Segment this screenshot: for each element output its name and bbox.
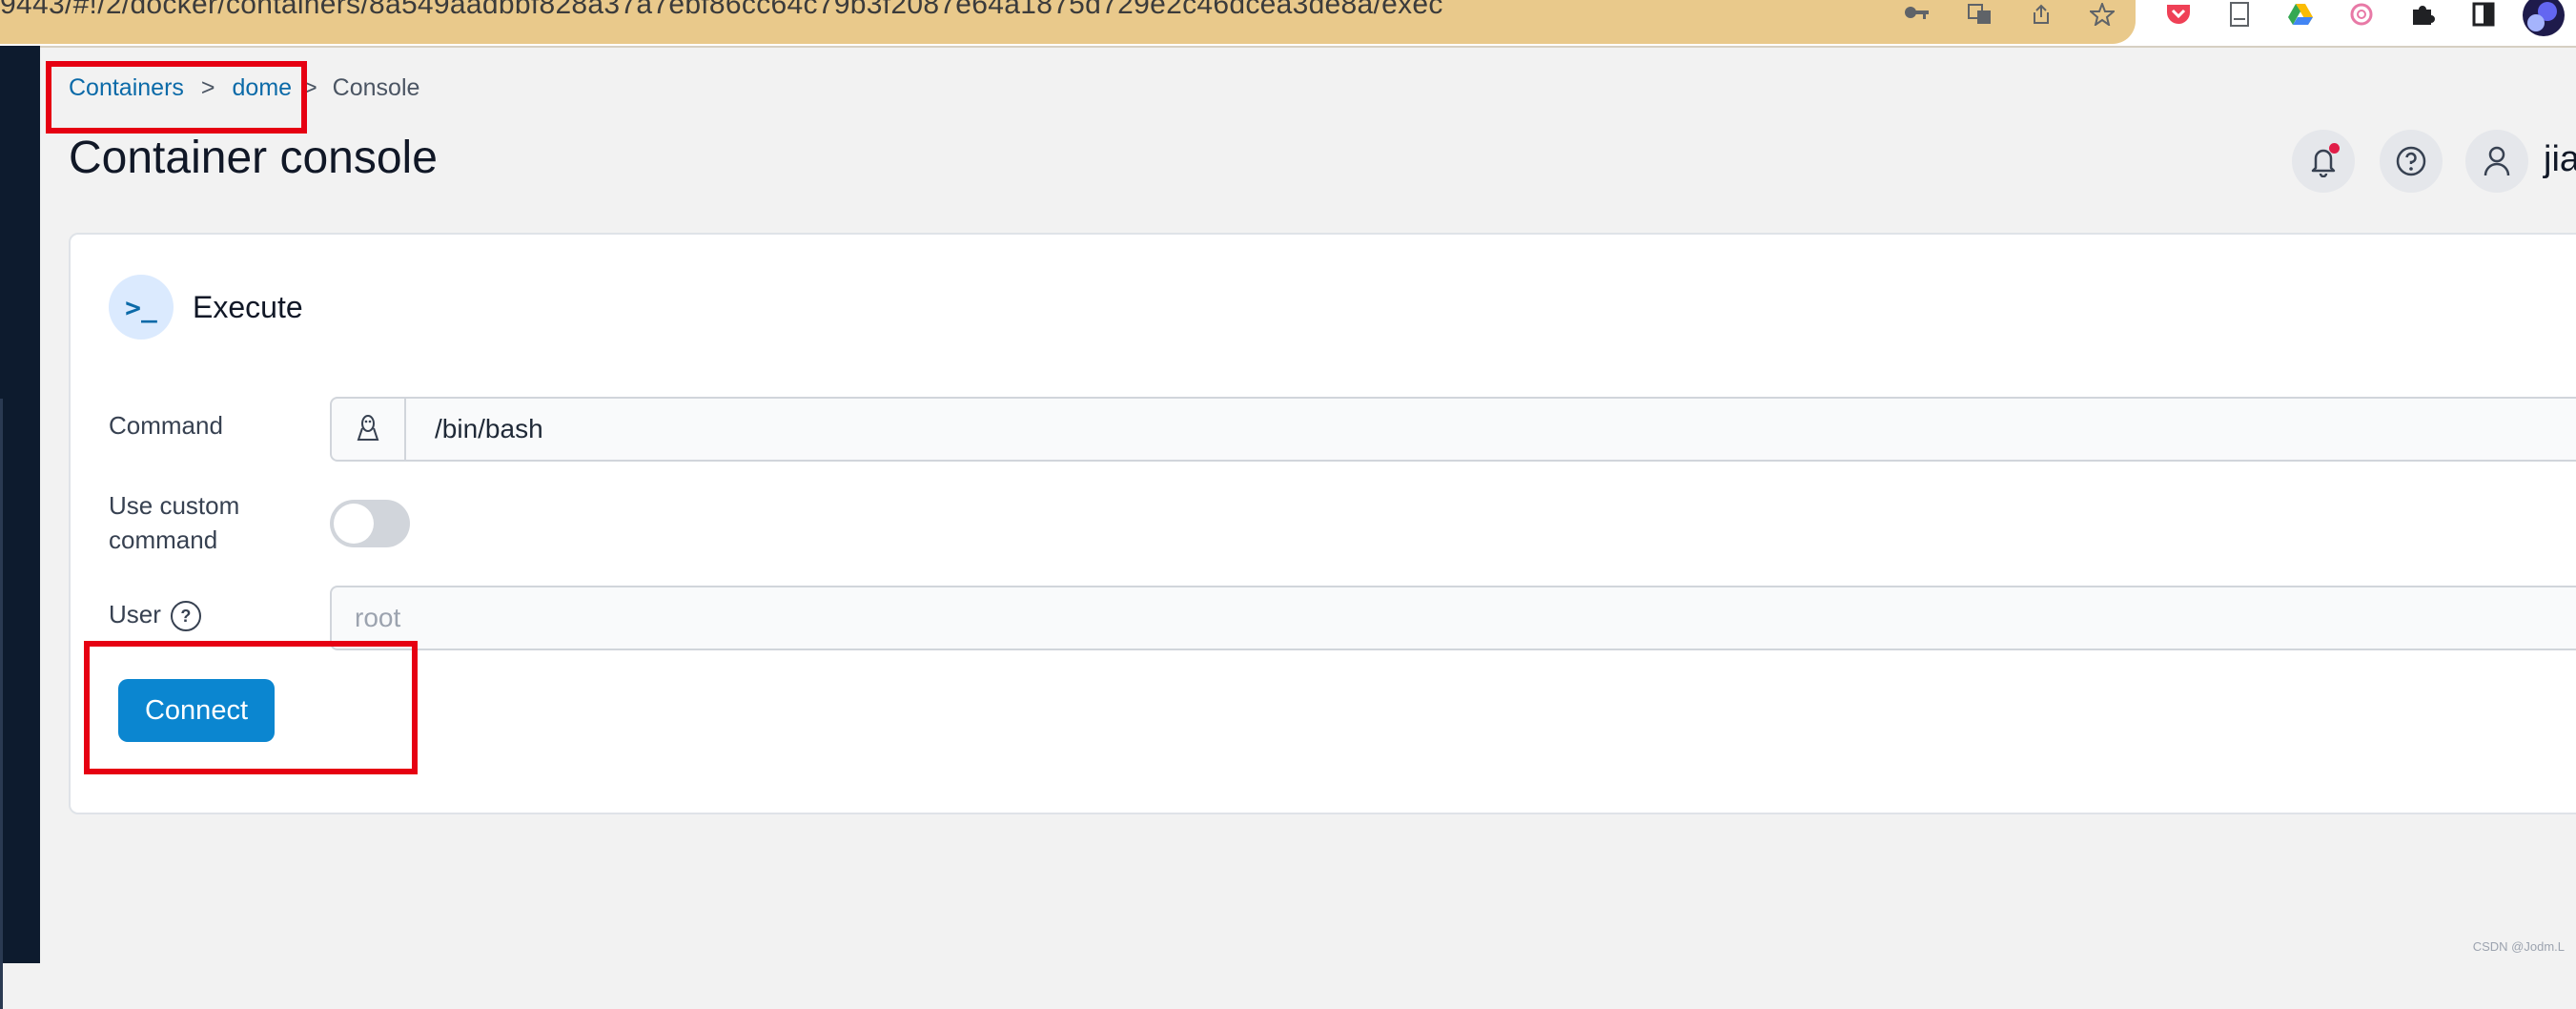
connect-highlight-box <box>84 641 418 774</box>
pocket-icon[interactable] <box>2164 0 2193 29</box>
question-icon[interactable]: ? <box>170 601 201 632</box>
user-icon <box>2484 146 2510 176</box>
app-sidebar <box>0 46 40 1009</box>
command-label: Command <box>109 411 223 440</box>
user-label: User <box>109 600 161 628</box>
breadcrumb-highlight-box <box>46 61 307 134</box>
user-label-row: User? <box>109 597 201 632</box>
user-menu-button[interactable] <box>2465 130 2528 193</box>
help-button[interactable] <box>2380 130 2443 193</box>
custom-command-label-line1: Use custom <box>109 491 240 520</box>
sidebar-divider <box>0 399 3 1009</box>
card-title: Execute <box>193 290 303 324</box>
custom-command-toggle[interactable] <box>330 500 410 547</box>
translate-icon[interactable] <box>1966 0 1994 29</box>
user-input[interactable]: root <box>330 586 2576 650</box>
custom-command-label: Use custom command <box>109 488 239 557</box>
share-icon[interactable] <box>2027 0 2055 29</box>
key-icon[interactable] <box>1903 0 1932 29</box>
browser-address-bar: 9443/#!/2/docker/containers/8a549aadbbf8… <box>0 0 2576 48</box>
terminal-icon: >_ <box>109 275 174 340</box>
page-title: Container console <box>69 133 438 183</box>
url-text: 9443/#!/2/docker/containers/8a549aadbbf8… <box>0 0 1443 20</box>
sidepanel-icon[interactable] <box>2469 0 2498 29</box>
command-select[interactable]: /bin/bash <box>330 397 2576 462</box>
user-input-placeholder: root <box>355 603 401 632</box>
command-value: /bin/bash <box>435 414 543 443</box>
custom-command-label-line2: command <box>109 525 218 554</box>
notifications-button[interactable] <box>2292 130 2355 193</box>
star-icon[interactable] <box>2088 0 2116 29</box>
drive-icon[interactable] <box>2286 0 2315 29</box>
toggle-knob <box>334 504 374 544</box>
profile-avatar[interactable] <box>2523 0 2565 36</box>
watermark: CSDN @Jodm.L <box>2472 939 2565 954</box>
reading-list-icon[interactable] <box>2225 0 2254 29</box>
execute-card: >_ Execute Command /bin/bash Use custom … <box>69 233 2576 814</box>
username[interactable]: jia <box>2544 139 2576 180</box>
url-field[interactable]: 9443/#!/2/docker/containers/8a549aadbbf8… <box>0 0 2136 44</box>
extensions-icon[interactable] <box>2408 0 2437 29</box>
notification-dot <box>2329 143 2340 154</box>
breadcrumb-current: Console <box>332 74 420 101</box>
openai-icon[interactable] <box>2347 0 2376 29</box>
linux-icon <box>332 399 406 460</box>
help-icon <box>2396 146 2426 176</box>
